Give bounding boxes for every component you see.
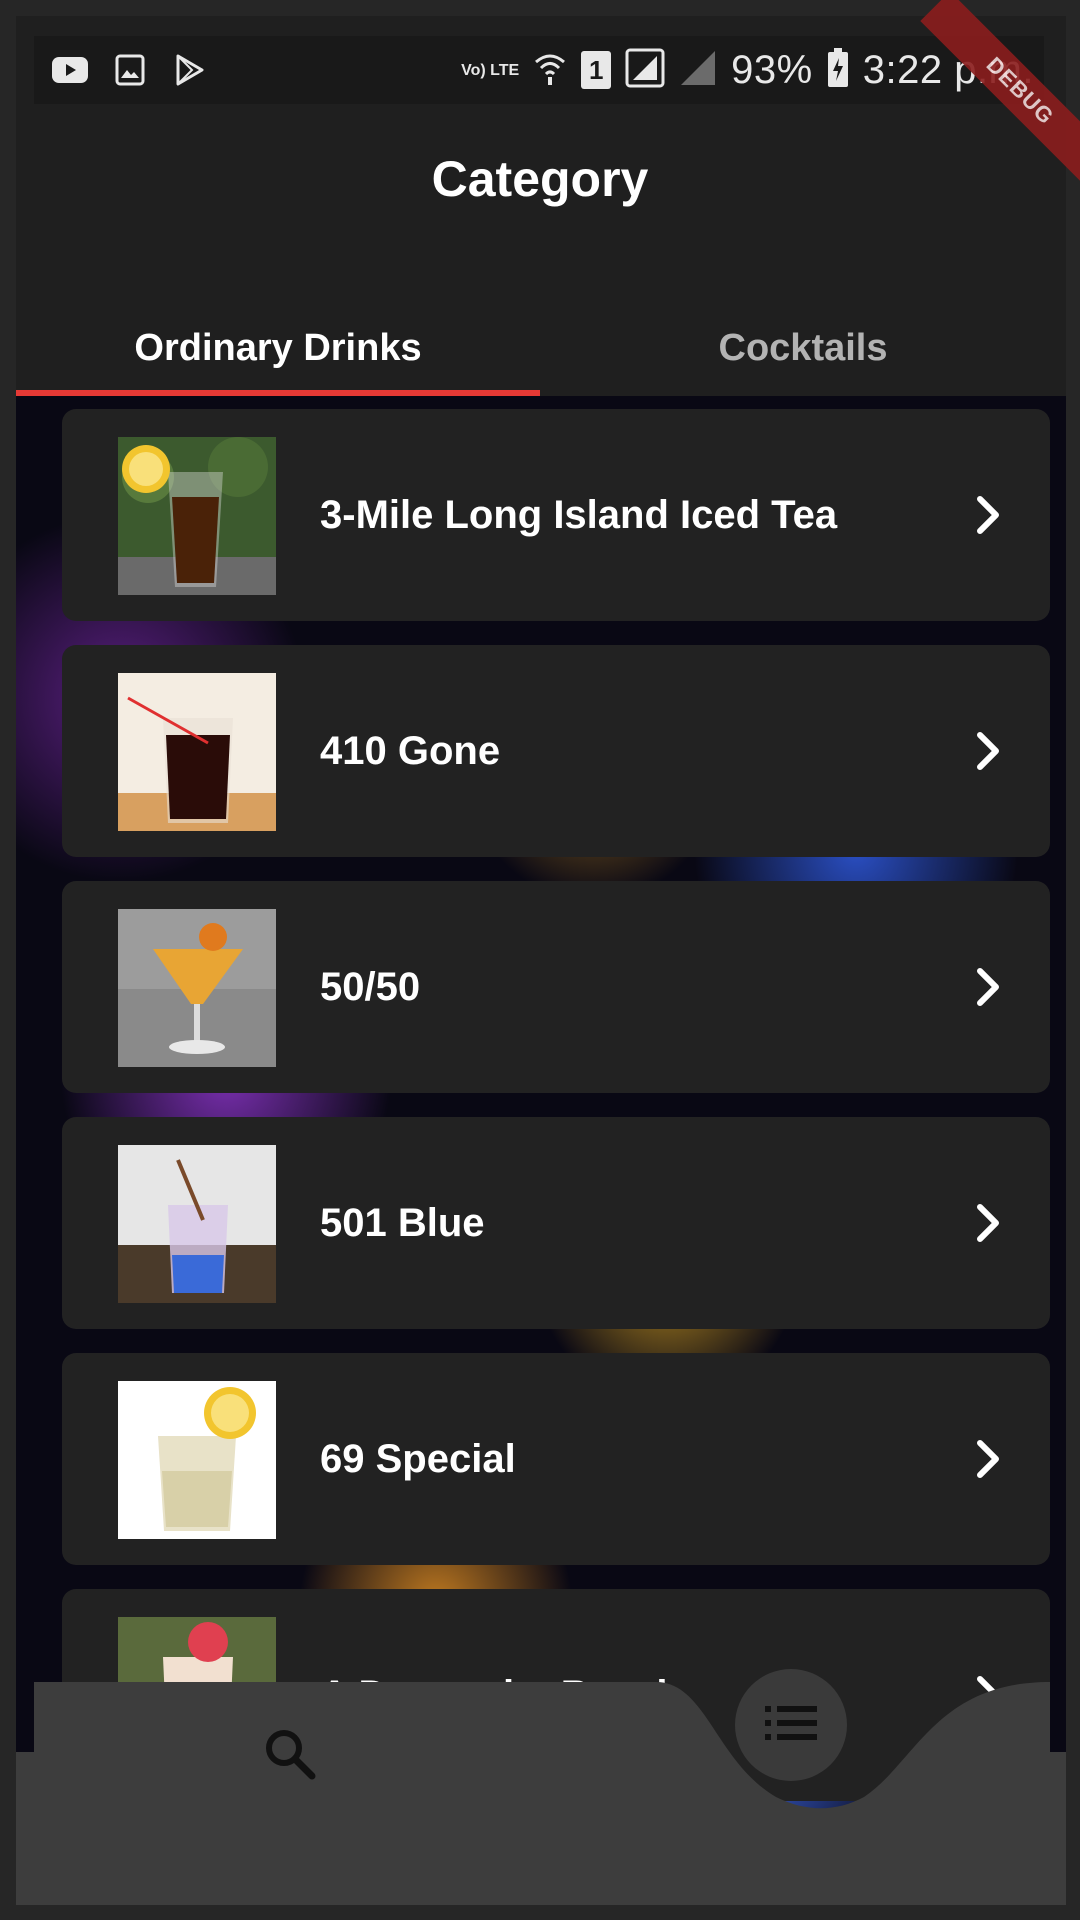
drink-thumbnail	[118, 1381, 276, 1539]
drink-name: 69 Special	[320, 1437, 516, 1481]
drink-thumbnail	[118, 909, 276, 1067]
chevron-right-icon	[962, 961, 1014, 1013]
youtube-icon	[50, 50, 90, 90]
chevron-right-icon	[962, 1433, 1014, 1485]
battery-charging-icon	[827, 47, 849, 93]
sim-slot-label: 1	[588, 55, 604, 85]
tab-ordinary-drinks[interactable]: Ordinary Drinks	[16, 300, 540, 396]
category-tabs: Ordinary Drinks Cocktails	[16, 300, 1066, 396]
signal-box-icon	[625, 48, 665, 93]
list-item[interactable]: 50/50	[62, 881, 1050, 1093]
list-view-fab[interactable]	[735, 1669, 847, 1781]
drink-name: 410 Gone	[320, 729, 501, 773]
drink-thumbnail	[118, 673, 276, 831]
frame-edge	[0, 0, 16, 1920]
status-bar: Vo) LTE 1 93% 3:22 p.m.	[34, 36, 1044, 104]
drink-name: 50/50	[320, 965, 421, 1009]
cell-signal-icon	[679, 49, 717, 92]
page-title: Category	[431, 151, 649, 207]
search-icon	[260, 1730, 320, 1788]
list-item[interactable]: 69 Special	[62, 1353, 1050, 1565]
drink-thumbnail	[118, 437, 276, 595]
tab-cocktails[interactable]: Cocktails	[540, 300, 1066, 396]
list-item[interactable]: 410 Gone	[62, 645, 1050, 857]
chevron-right-icon	[962, 489, 1014, 541]
chevron-right-icon	[962, 725, 1014, 777]
list-item[interactable]: 3-Mile Long Island Iced Tea	[62, 409, 1050, 621]
drink-thumbnail	[118, 1145, 276, 1303]
list-item[interactable]: 501 Blue	[62, 1117, 1050, 1329]
play-store-icon	[170, 50, 210, 90]
battery-percentage: 93%	[731, 47, 813, 92]
background-image: 3-Mile Long Island Iced Tea 410 Gone 50/…	[16, 396, 1066, 1906]
list-icon	[763, 1703, 819, 1748]
frame-edge	[1066, 0, 1080, 1920]
wifi-icon	[533, 50, 567, 91]
chevron-right-icon	[962, 1197, 1014, 1249]
sim-card-icon: 1	[581, 51, 612, 89]
drink-name: 501 Blue	[320, 1201, 485, 1245]
frame-edge	[0, 0, 1080, 16]
network-type-label: Vo) LTE	[461, 61, 520, 79]
gallery-icon	[110, 50, 150, 90]
drink-name: 3-Mile Long Island Iced Tea	[320, 493, 838, 537]
bottom-navigation-bar	[16, 1682, 1066, 1905]
search-nav-button[interactable]	[260, 1724, 320, 1784]
frame-edge	[0, 1905, 1080, 1920]
